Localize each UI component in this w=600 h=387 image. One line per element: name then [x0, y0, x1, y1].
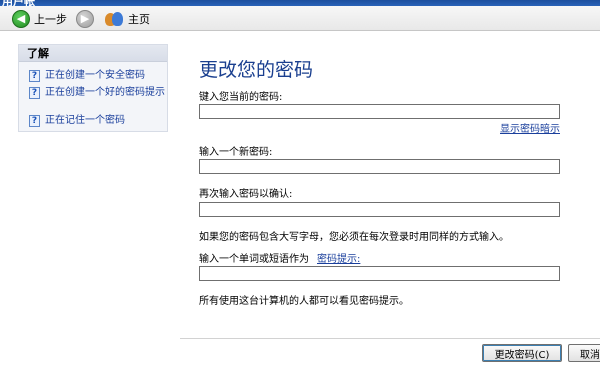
hint-visibility-note: 所有使用这台计算机的人都可以看见密码提示。 [199, 296, 409, 307]
password-hint-label: 输入一个单词或短语作为 [199, 254, 309, 265]
sidebar-link-good-hint[interactable]: ? 正在创建一个好的密码提示 [29, 87, 165, 99]
home-label: 主页 [128, 12, 150, 26]
password-hint-link[interactable]: 密码提示: [317, 254, 360, 265]
sidebar-link-secure-password[interactable]: ? 正在创建一个安全密码 [29, 70, 165, 82]
confirm-password-label: 再次输入密码以确认: [199, 189, 293, 200]
sidebar-link-label: 正在创建一个好的密码提示 [45, 87, 165, 98]
help-icon: ? [29, 87, 40, 99]
new-password-field[interactable] [199, 159, 560, 174]
new-password-label: 输入一个新密码: [199, 147, 273, 158]
sidebar-learn-about: 了解 ? 正在创建一个安全密码 ? 正在创建一个好的密码提示 ? 正在记住一个密… [18, 44, 168, 132]
back-arrow-icon: ◀ [12, 9, 30, 28]
forward-arrow-icon: ▶ [76, 9, 94, 28]
users-icon [104, 10, 124, 28]
back-label: 上一步 [34, 12, 67, 26]
current-password-field[interactable] [199, 104, 560, 119]
password-hint-row: 输入一个单词或短语作为 密码提示: [199, 250, 360, 265]
sidebar-link-label: 正在记住一个密码 [45, 115, 125, 126]
back-button[interactable]: ◀ 上一步 [12, 9, 67, 28]
password-hint-field[interactable] [199, 266, 560, 281]
divider [180, 338, 600, 339]
sidebar-link-remember-password[interactable]: ? 正在记住一个密码 [29, 115, 165, 127]
help-icon: ? [29, 115, 40, 127]
change-password-button[interactable]: 更改密码(C) [482, 344, 562, 362]
toolbar: ◀ 上一步 ▶ 主页 [0, 6, 600, 31]
confirm-password-field[interactable] [199, 202, 560, 217]
sidebar-title: 了解 [19, 45, 167, 62]
current-password-label: 键入您当前的密码: [199, 92, 283, 103]
help-icon: ? [29, 70, 40, 82]
page-title: 更改您的密码 [199, 59, 314, 81]
show-password-hint-link[interactable]: 显示密码暗示 [500, 120, 560, 135]
case-sensitivity-note: 如果您的密码包含大写字母，您必须在每次登录时用同样的方式输入。 [199, 232, 509, 243]
home-button[interactable]: 主页 [104, 9, 150, 28]
sidebar-link-label: 正在创建一个安全密码 [45, 70, 145, 81]
forward-button[interactable]: ▶ [76, 9, 94, 28]
cancel-button[interactable]: 取消 [568, 344, 600, 362]
